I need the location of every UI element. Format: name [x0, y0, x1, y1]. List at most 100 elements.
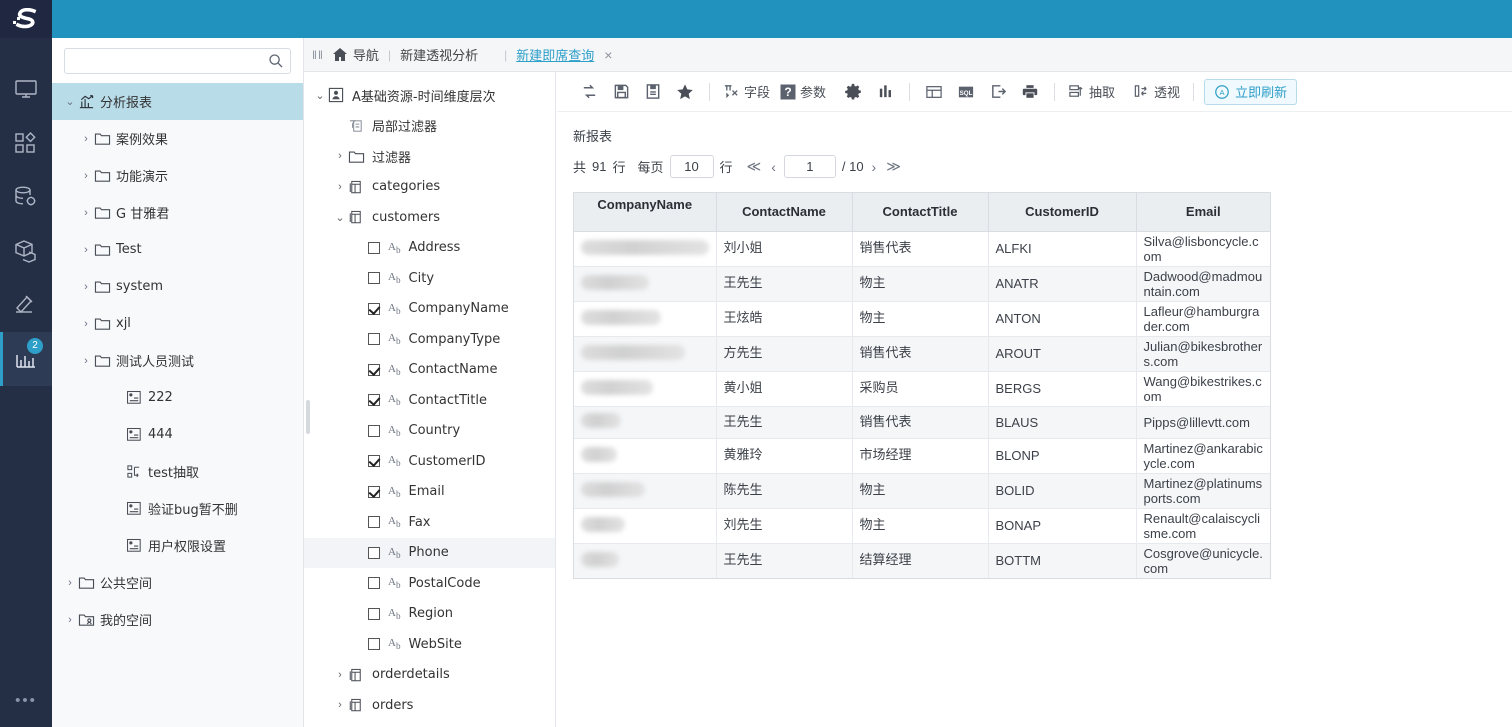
extract-button[interactable]: 抽取 — [1063, 77, 1120, 107]
search-icon[interactable] — [268, 53, 284, 69]
chevron-right-icon[interactable]: › — [78, 281, 94, 293]
breadcrumb-item-pivot[interactable]: 新建透视分析 — [400, 45, 478, 64]
sidebar-item-9[interactable]: 444 — [52, 416, 303, 453]
pivot-button[interactable]: 透视 — [1128, 77, 1185, 107]
undo-redo-button[interactable] — [573, 77, 605, 107]
sidebar-item-10[interactable]: test抽取 — [52, 453, 303, 490]
dataset-tree-item-18[interactable]: Ab WebSite — [304, 629, 555, 660]
dataset-tree-item-1[interactable]: 局部过滤器 — [304, 111, 555, 142]
field-checkbox[interactable] — [368, 302, 380, 315]
field-checkbox[interactable] — [368, 607, 380, 620]
search-input[interactable] — [65, 49, 290, 73]
chevron-right-icon[interactable]: › — [62, 614, 78, 626]
table-header-CompanyName[interactable]: CompanyName — [574, 193, 717, 232]
dataset-tree-item-15[interactable]: Ab Phone — [304, 537, 555, 568]
sidebar-item-12[interactable]: 用户权限设置 — [52, 527, 303, 564]
table-row[interactable]: 黄小姐 采购员 BERGS Wang@bikestrikes.com — [574, 371, 1270, 407]
rail-item-tools[interactable] — [0, 278, 52, 332]
parameter-button[interactable]: ? 参数 — [775, 77, 831, 107]
table-header-Email[interactable]: Email — [1136, 193, 1270, 232]
sidebar-item-14[interactable]: › 我的空间 — [52, 601, 303, 638]
chevron-down-icon[interactable]: ⌄ — [312, 89, 328, 102]
table-row[interactable]: 刘先生 物主 BONAP Renault@calaiscyclisme.com — [574, 508, 1270, 544]
save-as-button[interactable] — [637, 77, 669, 107]
dataset-tree-item-11[interactable]: Ab Country — [304, 416, 555, 447]
dataset-tree-item-7[interactable]: Ab CompanyName — [304, 294, 555, 325]
chevron-right-icon[interactable]: › — [78, 170, 94, 182]
field-checkbox[interactable] — [368, 516, 380, 529]
field-checkbox[interactable] — [368, 638, 380, 651]
panel-grip-icon[interactable]: ‖‖ — [312, 48, 324, 62]
chevron-right-icon[interactable]: › — [332, 669, 348, 681]
breadcrumb-home[interactable]: 导航 — [332, 45, 379, 64]
app-logo[interactable] — [0, 0, 52, 38]
sidebar-item-13[interactable]: › 公共空间 — [52, 564, 303, 601]
chevron-right-icon[interactable]: › — [332, 150, 348, 162]
sidebar-item-8[interactable]: 222 — [52, 379, 303, 416]
table-row[interactable]: 陈先生 物主 BOLID Martinez@platinumsports.com — [574, 473, 1270, 509]
chevron-right-icon[interactable]: › — [332, 699, 348, 711]
field-checkbox[interactable] — [368, 424, 380, 437]
chevron-right-icon[interactable]: › — [62, 577, 78, 589]
chevron-down-icon[interactable]: ⌄ — [62, 95, 78, 108]
rail-item-monitor[interactable] — [0, 62, 52, 116]
sidebar-item-6[interactable]: › xjl — [52, 305, 303, 342]
dataset-tree-item-2[interactable]: › 过滤器 — [304, 141, 555, 172]
export-button[interactable] — [982, 77, 1014, 107]
dataset-tree-item-16[interactable]: Ab PostalCode — [304, 568, 555, 599]
field-checkbox[interactable] — [368, 577, 380, 590]
chart-view-button[interactable] — [869, 77, 901, 107]
sql-button[interactable]: SQL — [950, 77, 982, 107]
sidebar-item-11[interactable]: 验证bug暂不删 — [52, 490, 303, 527]
field-checkbox[interactable] — [368, 546, 380, 559]
table-row[interactable]: 方先生 销售代表 AROUT Julian@bikesbrothers.com — [574, 336, 1270, 372]
dataset-tree-item-9[interactable]: Ab ContactName — [304, 355, 555, 386]
field-button[interactable]: 字段 — [718, 77, 775, 107]
refresh-now-button[interactable]: A 立即刷新 — [1204, 78, 1298, 105]
table-header-ContactName[interactable]: ContactName — [716, 193, 853, 232]
dataset-tree-item-19[interactable]: › orderdetails — [304, 660, 555, 691]
dataset-tree-item-10[interactable]: Ab ContactTitle — [304, 385, 555, 416]
table-row[interactable]: 王炫皓 物主 ANTON Lafleur@hamburgrader.com — [574, 301, 1270, 337]
breadcrumb-active-tab[interactable]: 新建即席查询 — [516, 45, 594, 64]
next-page-button[interactable]: › — [870, 159, 879, 175]
field-checkbox[interactable] — [368, 485, 380, 498]
close-tab-icon[interactable]: × — [604, 47, 612, 63]
dataset-tree-item-13[interactable]: Ab Email — [304, 477, 555, 508]
per-page-input[interactable]: 10 — [669, 155, 714, 178]
print-button[interactable] — [1014, 77, 1046, 107]
sidebar-item-3[interactable]: › G 甘雅君 — [52, 194, 303, 231]
dataset-tree-item-12[interactable]: Ab CustomerID — [304, 446, 555, 477]
sidebar-item-2[interactable]: › 功能演示 — [52, 157, 303, 194]
sidebar-item-7[interactable]: › 测试人员测试 — [52, 342, 303, 379]
last-page-button[interactable]: ≫ — [884, 158, 903, 175]
sidebar-item-1[interactable]: › 案例效果 — [52, 120, 303, 157]
search-box[interactable] — [64, 48, 291, 74]
sidebar-item-5[interactable]: › system — [52, 268, 303, 305]
dataset-tree-item-14[interactable]: Ab Fax — [304, 507, 555, 538]
field-checkbox[interactable] — [368, 272, 380, 285]
favorite-button[interactable] — [669, 77, 701, 107]
rail-item-cube[interactable] — [0, 224, 52, 278]
dataset-tree-scrollbar[interactable] — [306, 400, 310, 434]
save-button[interactable] — [605, 77, 637, 107]
chevron-right-icon[interactable]: › — [78, 318, 94, 330]
table-header-ContactTitle[interactable]: ContactTitle — [852, 193, 989, 232]
chevron-right-icon[interactable]: › — [78, 355, 94, 367]
rail-item-analysis[interactable]: 2 — [0, 332, 52, 386]
sidebar-item-4[interactable]: › Test — [52, 231, 303, 268]
field-checkbox[interactable] — [368, 333, 380, 346]
table-row[interactable]: 王先生 结算经理 BOTTM Cosgrove@unicycle.com — [574, 543, 1270, 578]
first-page-button[interactable]: ≪ — [745, 158, 764, 175]
chevron-right-icon[interactable]: › — [332, 181, 348, 193]
table-header-CustomerID[interactable]: CustomerID — [988, 193, 1137, 232]
rail-item-database[interactable] — [0, 170, 52, 224]
layout-button[interactable] — [918, 77, 950, 107]
dataset-tree-item-0[interactable]: ⌄ A基础资源-时间维度层次 — [304, 80, 555, 111]
table-row[interactable]: 王先生 销售代表 BLAUS Pipps@lillevtt.com — [574, 406, 1270, 439]
dataset-tree-item-6[interactable]: Ab City — [304, 263, 555, 294]
prev-page-button[interactable]: ‹ — [769, 159, 778, 175]
field-checkbox[interactable] — [368, 241, 380, 254]
dataset-tree-item-5[interactable]: Ab Address — [304, 233, 555, 264]
field-checkbox[interactable] — [368, 455, 380, 468]
